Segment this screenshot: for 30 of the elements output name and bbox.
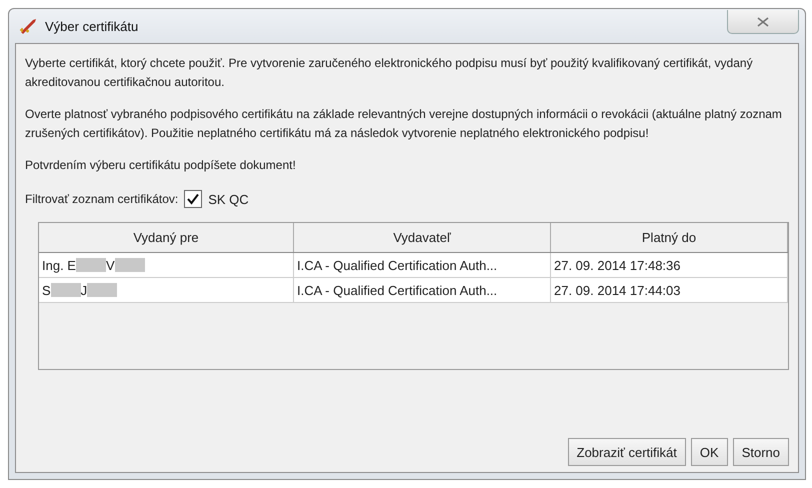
redaction-block xyxy=(87,283,118,297)
filter-label: Filtrovať zoznam certifikátov: xyxy=(25,192,178,206)
dialog-button[interactable]: Storno xyxy=(732,438,789,466)
column-header[interactable]: Platný do xyxy=(551,223,788,252)
checkbox[interactable] xyxy=(184,190,202,208)
signature-pen-icon xyxy=(19,17,39,35)
window-title: Výber certifikátu xyxy=(45,18,140,34)
column-header[interactable]: Vydaný pre xyxy=(39,223,294,252)
table-cell: I.CA - Qualified Certification Auth... xyxy=(294,253,551,277)
redaction-block xyxy=(76,258,106,272)
name-text: V xyxy=(106,258,115,272)
redaction-block xyxy=(50,283,81,297)
checkbox-label: SK QC xyxy=(208,192,249,206)
table-cell: I.CA - Qualified Certification Auth... xyxy=(294,278,551,302)
message-paragraph: Vyberte certifikát, ktorý chcete použiť. Pre vytvorenie zaručeného elektronického podpisu musí byť použitý kvalifikovaný certifikát, vydaný akreditovanou certifikačnou autoritou. xyxy=(25,55,754,91)
column-header[interactable]: Vydavateľ xyxy=(294,223,551,252)
name-text: Ing. E xyxy=(42,258,76,272)
table-row[interactable]: Ing. E V I.CA - Qualified Certification Auth... 27. 09. 2014 17:48:36 xyxy=(39,253,788,278)
name-text: J xyxy=(80,282,88,298)
close-icon xyxy=(757,16,769,26)
dialog-button[interactable]: OK xyxy=(690,438,728,466)
table-cell: 27. 09. 2014 17:44:03 xyxy=(551,278,788,302)
name-text: S xyxy=(42,282,51,298)
message-paragraph: Potvrdením výberu certifikátu podpíšete dokument! xyxy=(25,157,297,174)
table-row[interactable]: S J I.CA - Qualified Certification Auth... 27. 09. 2014 17:44:03 xyxy=(39,278,788,303)
message-paragraph: Overte platnosť vybraného podpisového certifikátu na základe relevantných verejne dostupných informácii o revokácii (aktuálne platný zoznam zrušených certifikátov). Použitie neplatného certifikátu má za následok vytvorenie neplatného elektronického podpisu! xyxy=(25,106,783,142)
checkmark-icon xyxy=(186,193,200,205)
redaction-block xyxy=(114,258,145,272)
dialog-button[interactable]: Zobraziť certifikát xyxy=(568,438,686,466)
table-cell: 27. 09. 2014 17:48:36 xyxy=(551,253,788,277)
